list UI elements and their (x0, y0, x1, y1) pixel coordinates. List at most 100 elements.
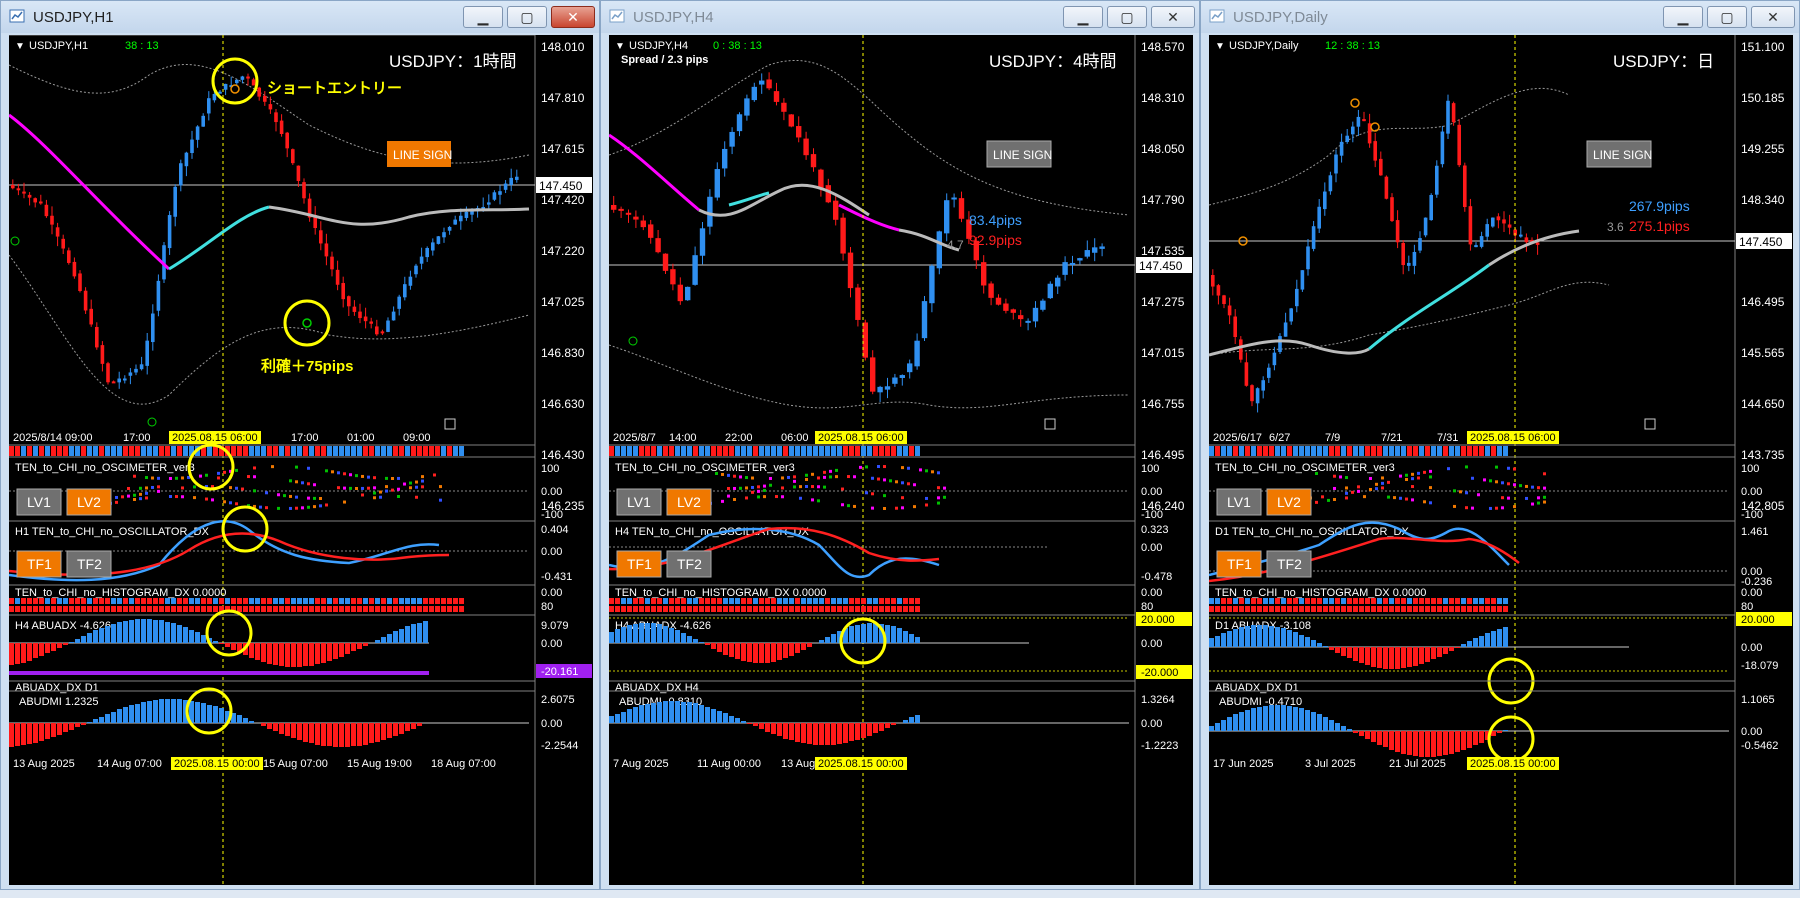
candle-body (50, 215, 54, 225)
oscimeter-dot (139, 497, 142, 501)
candle-body (1025, 320, 1031, 323)
chart-menu-icon[interactable]: ▼ (615, 41, 625, 52)
minimize-button[interactable]: ▁ (1663, 6, 1703, 28)
oscimeter-dot (151, 485, 154, 489)
indicator-bar (1479, 636, 1484, 647)
indicator-bar (621, 627, 626, 643)
chart-window-h1[interactable]: USDJPY,H1 ▁ ▢ ✕ 148.010 147.810 147.615 … (0, 0, 600, 890)
indicator-bar (1227, 717, 1232, 731)
close-button[interactable]: ✕ (1151, 6, 1195, 28)
window-titlebar[interactable]: USDJPY,Daily ▁ ▢ ✕ (1201, 1, 1799, 33)
indicator-bar (129, 620, 134, 643)
indicator-bar (1215, 636, 1220, 647)
chart-canvas[interactable]: 151.100 150.185 149.255 148.340 146.495 … (1209, 35, 1793, 885)
maximize-button[interactable]: ▢ (1107, 6, 1147, 28)
histogram-cell (159, 606, 164, 612)
window-titlebar[interactable]: USDJPY,H1 ▁ ▢ ✕ (1, 1, 599, 33)
scroll-marker[interactable] (1644, 418, 1656, 430)
strength-cell (1377, 446, 1382, 456)
chart-svg[interactable]: 148.570 148.310 148.050 147.790 147.535 … (609, 35, 1193, 885)
indicator-bar (1359, 647, 1364, 663)
indicator-bar (1215, 723, 1220, 731)
chart-canvas[interactable]: 148.570 148.310 148.050 147.790 147.535 … (609, 35, 1193, 885)
indicator-bar (867, 623, 872, 643)
minimize-button[interactable]: ▁ (1063, 6, 1103, 28)
oscimeter-dot (805, 477, 808, 481)
candle-body (1440, 131, 1445, 165)
close-button[interactable]: ✕ (1751, 6, 1795, 28)
histogram-cell (1299, 598, 1304, 604)
indicator-bar (687, 702, 692, 723)
histogram-cell (1425, 606, 1430, 612)
histogram-cell (1503, 598, 1508, 604)
strength-cell (735, 446, 740, 456)
indicator-bar (417, 723, 422, 726)
candle-body (692, 255, 698, 285)
oscimeter-dot (133, 497, 136, 501)
candle-body (951, 197, 957, 200)
strength-cell (807, 446, 812, 456)
histogram-cell (321, 606, 326, 612)
histogram-tick: 80 (541, 601, 553, 613)
chart-menu-icon[interactable]: ▼ (1215, 41, 1225, 52)
window-titlebar[interactable]: USDJPY,H4 ▁ ▢ ✕ (601, 1, 1199, 33)
strength-cell (87, 446, 92, 456)
oscimeter-dot (295, 465, 298, 469)
profit-highlight-circle (283, 299, 331, 347)
oscimeter-dot (829, 469, 832, 473)
indicator-bar (867, 723, 872, 736)
oscimeter-dot (169, 476, 172, 480)
abuadx-mid: 0.00 (1141, 638, 1162, 650)
chart-window-daily[interactable]: USDJPY,Daily ▁ ▢ ✕ 151.100 150.185 149.2… (1200, 0, 1800, 890)
oscimeter-dot (1417, 471, 1420, 475)
scroll-marker[interactable] (444, 418, 456, 430)
oscimeter-dot (751, 476, 754, 480)
maximize-button[interactable]: ▢ (507, 6, 547, 28)
oscimeter-dot (889, 479, 892, 483)
histogram-cell (657, 598, 662, 604)
oscimeter-dot (871, 492, 874, 496)
oscimeter-dot (763, 488, 766, 492)
chart-canvas[interactable]: 148.010 147.810 147.615 147.420 147.220 … (9, 35, 593, 885)
oscimeter-dot (241, 487, 244, 491)
maximize-button[interactable]: ▢ (1707, 6, 1747, 28)
indicator-bar (1419, 647, 1424, 664)
oscimeter-dot (283, 494, 286, 498)
oscimeter-dot (721, 472, 724, 476)
indicator-bar (1425, 731, 1430, 757)
strength-cell (249, 446, 254, 456)
minimize-button[interactable]: ▁ (463, 6, 503, 28)
close-button[interactable]: ✕ (551, 6, 595, 28)
indicator-bar (879, 723, 884, 731)
histogram-cell (303, 606, 308, 612)
strength-cell (1365, 446, 1370, 456)
chart-svg[interactable]: 151.100 150.185 149.255 148.340 146.495 … (1209, 35, 1793, 885)
indicator-bar (1413, 647, 1418, 666)
time-highlight: 2025.08.15 06:00 (172, 432, 258, 444)
histogram-cell (1365, 598, 1370, 604)
strength-cell (1245, 446, 1250, 456)
indicator-bar (705, 643, 710, 645)
indicator-bar (1287, 706, 1292, 731)
candle-body (1250, 385, 1254, 402)
chart-svg[interactable]: 148.010 147.810 147.615 147.420 147.220 … (9, 35, 593, 885)
oscimeter-dot (901, 481, 904, 485)
candle-body (1345, 135, 1349, 142)
oscimeter-dot (901, 506, 904, 510)
abuadx-bottom: -18.079 (1741, 660, 1778, 672)
histogram-cell (1413, 598, 1418, 604)
chart-menu-icon[interactable]: ▼ (15, 41, 25, 52)
indicator-bar (147, 701, 152, 723)
histogram-cell (1227, 606, 1232, 612)
histogram-bars (609, 598, 920, 612)
indicator-bar (267, 643, 272, 664)
candle-body (759, 80, 765, 85)
chart-big-label: USDJPY：4時間 (989, 52, 1117, 71)
oscimeter-dot (1387, 495, 1390, 499)
chart-window-h4[interactable]: USDJPY,H4 ▁ ▢ ✕ 148.570 148.310 148.050 … (600, 0, 1200, 890)
histogram-cell (633, 606, 638, 612)
price-tick: 147.420 (541, 193, 585, 207)
candle-body (1003, 303, 1009, 311)
histogram-cell (663, 606, 668, 612)
scroll-marker[interactable] (1044, 418, 1056, 430)
